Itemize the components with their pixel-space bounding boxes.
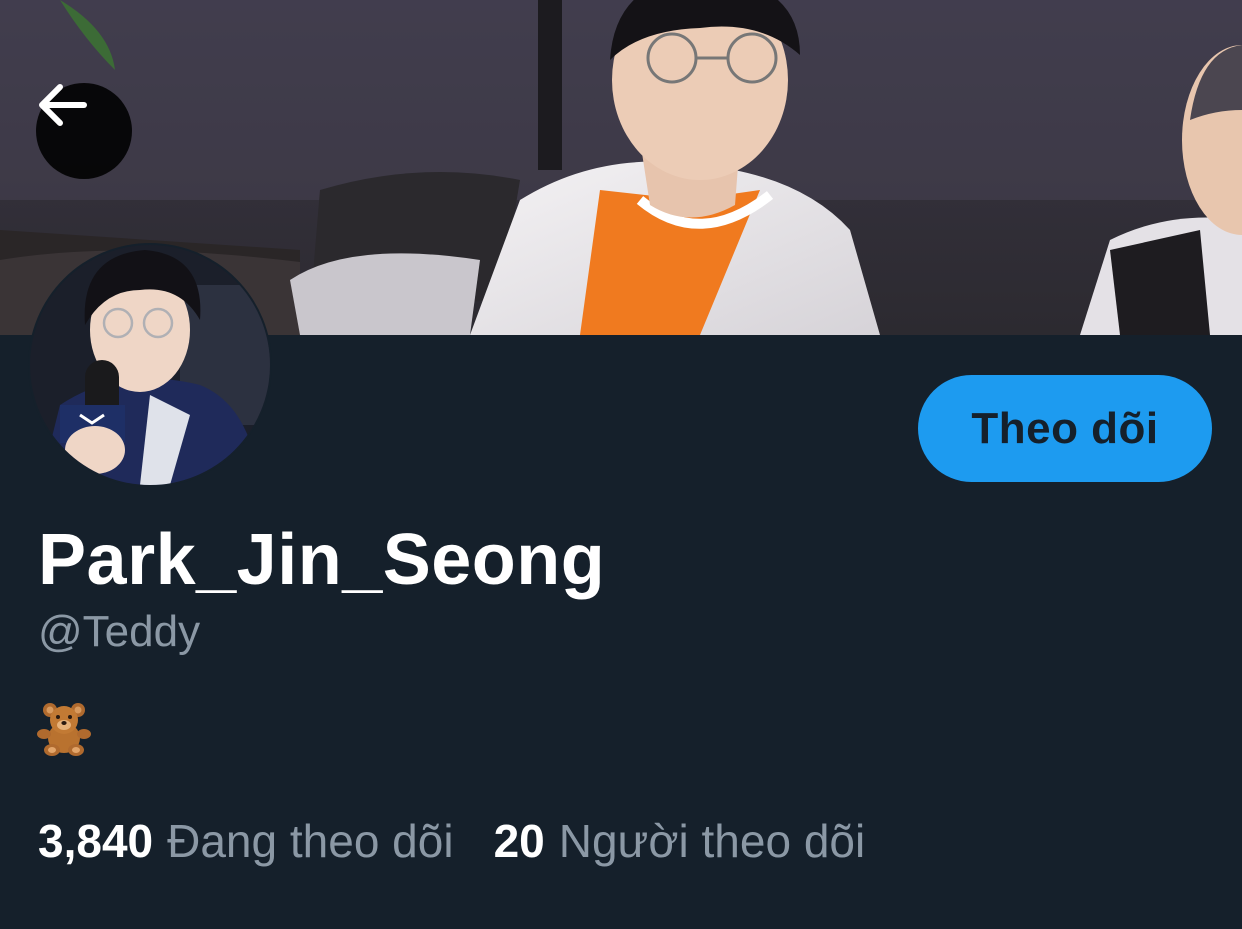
- followers-label: Người theo dõi: [558, 815, 866, 867]
- profile-avatar[interactable]: [28, 243, 272, 487]
- profile-screen: Theo dõi Park_Jin_Seong @Teddy 3,840 Đan…: [0, 0, 1242, 929]
- user-handle: @Teddy: [38, 607, 201, 656]
- follow-button[interactable]: Theo dõi: [918, 375, 1212, 482]
- following-count: 3,840: [38, 815, 154, 867]
- bio-teddy-bear-emoji: [36, 700, 94, 756]
- following-label: Đang theo dõi: [167, 815, 454, 867]
- teddy-bear-emoji-icon: [37, 703, 91, 756]
- display-name: Park_Jin_Seong: [38, 520, 606, 600]
- profile-stats: 3,840 Đang theo dõi 20 Người theo dõi: [38, 812, 865, 870]
- back-button[interactable]: [36, 83, 132, 179]
- arrow-left-icon: [39, 84, 87, 126]
- avatar-photo: [30, 245, 270, 485]
- followers-count: 20: [493, 815, 545, 867]
- following-stat[interactable]: 3,840 Đang theo dõi: [38, 812, 454, 870]
- followers-stat[interactable]: 20 Người theo dõi: [494, 812, 866, 870]
